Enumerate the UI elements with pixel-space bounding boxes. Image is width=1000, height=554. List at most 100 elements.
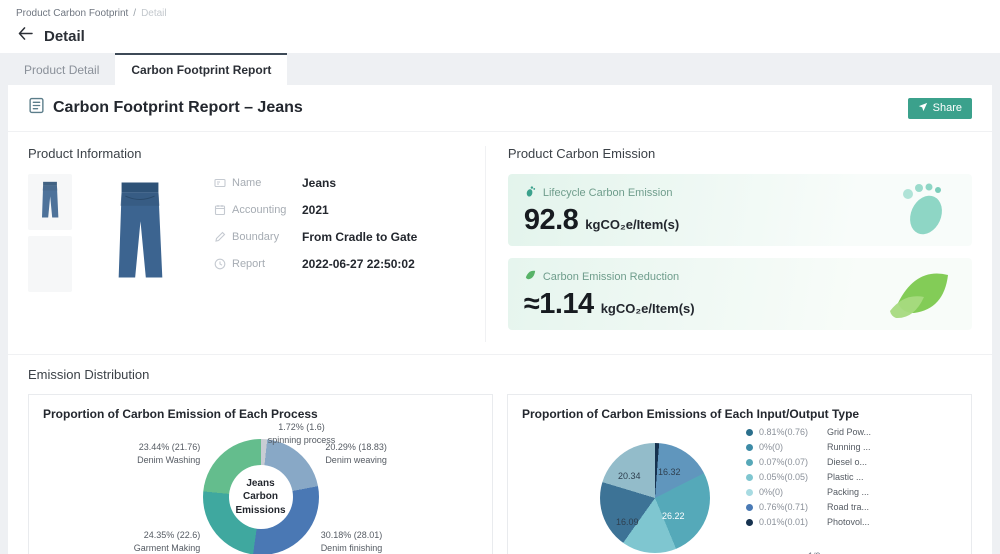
app-window: Product Carbon Footprint / Detail Detail…	[0, 0, 1000, 554]
pie-slice-label: 26.22	[662, 511, 685, 521]
emission-reduction-unit: kgCO₂e/Item(s)	[601, 301, 695, 316]
pie-slice-label: 16.32	[658, 467, 681, 477]
legend-item[interactable]: 0.01%(0.01) Photovol...	[746, 517, 871, 527]
legend-dot	[746, 519, 753, 526]
donut-label-garment-making: 24.35% (22.6) Garment Making	[134, 529, 201, 554]
breadcrumb: Product Carbon Footprint / Detail	[16, 8, 984, 19]
summary-section: Product Information	[8, 132, 992, 354]
legend-percent: 0.05%(0.05)	[759, 472, 821, 482]
legend-dot	[746, 489, 753, 496]
io-type-chart: 20.34 16.32 26.22 16.09 0.81%(0.76) Grid…	[508, 423, 971, 554]
product-thumbnail-empty[interactable]	[28, 236, 72, 292]
donut-label-value: 30.18% (28.01)	[321, 529, 383, 542]
report-card-header: Carbon Footprint Report – Jeans Share	[8, 85, 992, 132]
io-type-chart-box: Proportion of Carbon Emissions of Each I…	[507, 394, 972, 554]
legend-name: Road tra...	[827, 502, 869, 512]
field-label: Boundary	[232, 231, 302, 243]
product-fields: Name Jeans Accounting 2021 Boundary From…	[200, 174, 467, 292]
field-value: From Cradle to Gate	[302, 230, 417, 244]
io-pie-circle	[600, 443, 710, 553]
legend-percent: 0.01%(0.01)	[759, 517, 821, 527]
back-button[interactable]	[16, 27, 34, 45]
emission-distribution-section: Emission Distribution Proportion of Carb…	[8, 354, 992, 554]
process-chart-box: Proportion of Carbon Emission of Each Pr…	[28, 394, 493, 554]
io-type-chart-title: Proportion of Carbon Emissions of Each I…	[508, 395, 971, 421]
legend-dot	[746, 429, 753, 436]
lifecycle-emission-label: Lifecycle Carbon Emission	[543, 187, 673, 199]
legend-name: Packing ...	[827, 487, 869, 497]
field-label: Name	[232, 177, 302, 189]
legend-name: Grid Pow...	[827, 427, 871, 437]
legend-name: Running ...	[827, 442, 871, 452]
legend-name: Photovol...	[827, 517, 870, 527]
lifecycle-emission-card: Lifecycle Carbon Emission 92.8 kgCO₂e/It…	[508, 174, 972, 246]
legend-item[interactable]: 0.81%(0.76) Grid Pow...	[746, 427, 871, 437]
report-title: Carbon Footprint Report – Jeans	[53, 99, 303, 117]
donut-label-name: Denim weaving	[325, 455, 387, 465]
process-donut-center: Jeans Carbon Emissions	[229, 465, 293, 529]
leaf-small-icon	[524, 269, 537, 285]
field-label: Accounting	[232, 204, 302, 216]
field-accounting: Accounting 2021	[214, 203, 467, 217]
legend-item[interactable]: 0.76%(0.71) Road tra...	[746, 502, 871, 512]
donut-label-value: 24.35% (22.6)	[134, 529, 201, 542]
jeans-image	[108, 180, 172, 287]
legend-item[interactable]: 0%(0) Running ...	[746, 442, 871, 452]
legend-percent: 0.07%(0.07)	[759, 457, 821, 467]
product-information-title: Product Information	[28, 146, 467, 161]
process-chart: Jeans Carbon Emissions 1.72% (1.6) spinn…	[29, 423, 492, 554]
donut-label-weaving: 20.29% (18.83) Denim weaving	[325, 441, 387, 466]
legend-name: Plastic ...	[827, 472, 864, 482]
product-thumbnail[interactable]	[28, 174, 72, 230]
lifecycle-emission-value: 92.8	[524, 204, 578, 237]
tab-bar: Product Detail Carbon Footprint Report	[0, 53, 1000, 85]
pie-slice-label: 16.09	[616, 517, 639, 527]
legend-dot	[746, 459, 753, 466]
back-arrow-icon	[18, 27, 33, 45]
share-button[interactable]: Share	[908, 98, 972, 119]
donut-center-line2: Carbon Emissions	[229, 490, 293, 517]
page-title-row: Detail	[16, 19, 984, 53]
calendar-icon	[214, 204, 226, 216]
donut-center-line1: Jeans	[246, 477, 274, 491]
report-card: Carbon Footprint Report – Jeans Share Pr…	[8, 85, 992, 554]
field-value: Jeans	[302, 176, 336, 190]
donut-label-name: Garment Making	[134, 543, 201, 553]
legend-item[interactable]: 0.07%(0.07) Diesel o...	[746, 457, 871, 467]
jeans-thumbnail-image	[38, 181, 62, 224]
leaf-art-icon	[884, 263, 956, 328]
pie-legend: 0.81%(0.76) Grid Pow... 0%(0) Running ..…	[746, 427, 871, 532]
product-information-body: Name Jeans Accounting 2021 Boundary From…	[28, 174, 467, 292]
footprint-small-icon	[524, 185, 537, 201]
legend-item[interactable]: 0.05%(0.05) Plastic ...	[746, 472, 871, 482]
field-value: 2022-06-27 22:50:02	[302, 257, 415, 271]
carbon-emission-panel: Product Carbon Emission Lifecycle Carbon…	[486, 146, 972, 342]
legend-percent: 0.76%(0.71)	[759, 502, 821, 512]
tab-carbon-footprint-report[interactable]: Carbon Footprint Report	[115, 53, 287, 85]
field-boundary: Boundary From Cradle to Gate	[214, 230, 467, 244]
report-doc-icon	[28, 97, 45, 119]
top-bar: Product Carbon Footprint / Detail Detail	[0, 0, 1000, 53]
legend-item[interactable]: 0%(0) Packing ...	[746, 487, 871, 497]
page-title: Detail	[44, 28, 85, 45]
legend-dot	[746, 444, 753, 451]
legend-percent: 0.81%(0.76)	[759, 427, 821, 437]
image-thumbnail-strip	[28, 174, 72, 292]
donut-label-finishing: 30.18% (28.01) Denim finishing	[321, 529, 383, 554]
report-title-group: Carbon Footprint Report – Jeans	[28, 97, 303, 119]
carbon-emission-title: Product Carbon Emission	[508, 146, 972, 161]
emission-reduction-card: Carbon Emission Reduction ≈1.14 kgCO₂e/I…	[508, 258, 972, 330]
clock-icon	[214, 258, 226, 270]
donut-label-value: 23.44% (21.76)	[137, 441, 200, 454]
product-information-panel: Product Information	[28, 146, 486, 342]
share-icon	[918, 102, 928, 115]
breadcrumb-root[interactable]: Product Carbon Footprint	[16, 8, 128, 19]
emission-distribution-title: Emission Distribution	[28, 367, 972, 382]
field-report-time: Report 2022-06-27 22:50:02	[214, 257, 467, 271]
field-value: 2021	[302, 203, 329, 217]
donut-label-washing: 23.44% (21.76) Denim Washing	[137, 441, 200, 466]
legend-name: Diesel o...	[827, 457, 867, 467]
lifecycle-emission-unit: kgCO₂e/Item(s)	[585, 217, 679, 232]
tab-product-detail[interactable]: Product Detail	[8, 53, 115, 85]
donut-label-value: 1.72% (1.6)	[247, 421, 357, 434]
